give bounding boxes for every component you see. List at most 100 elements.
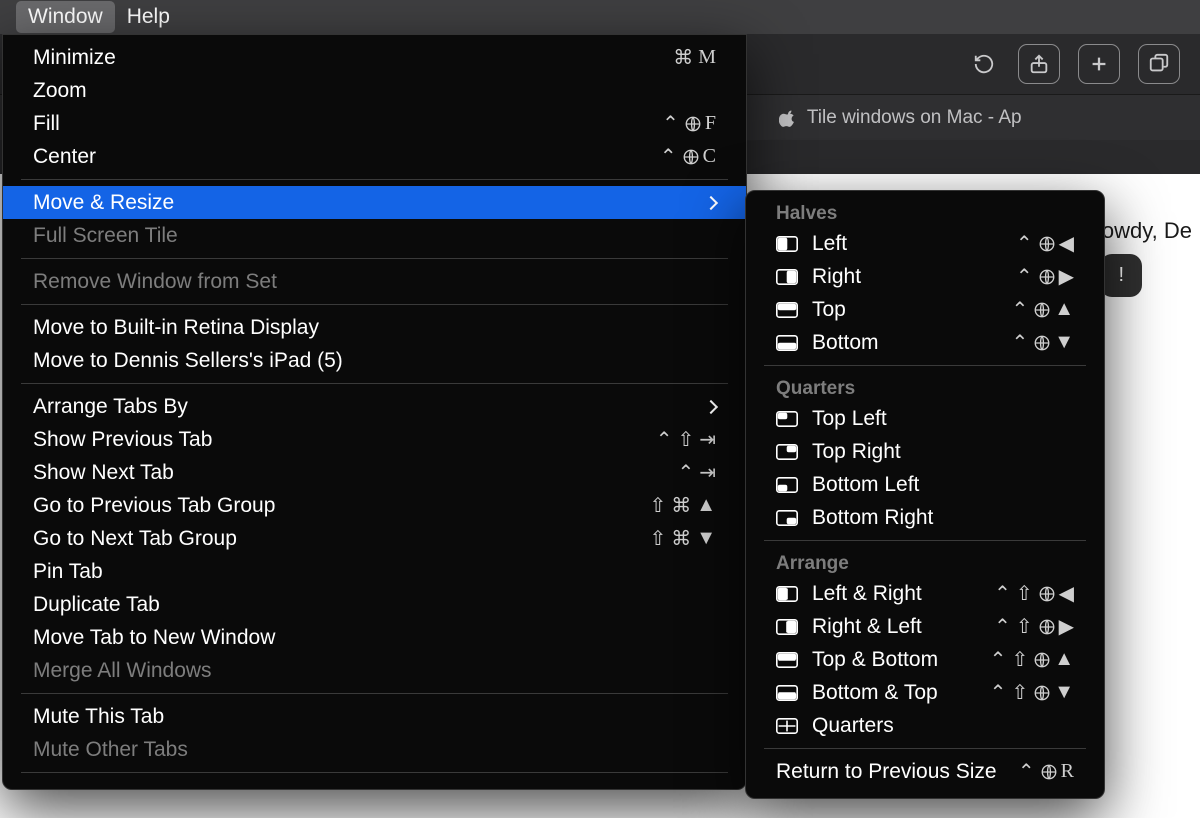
half-left-icon <box>776 236 798 252</box>
split-lr-icon <box>776 586 798 602</box>
submenu-header-arrange: Arrange <box>746 547 1104 577</box>
menu-item-label: Fill <box>33 112 662 136</box>
menu-item-label: Full Screen Tile <box>33 224 718 248</box>
menu-item-label: Return to Previous Size <box>776 760 1018 784</box>
menu-item-label: Remove Window from Set <box>33 270 718 294</box>
menu-item-label: Merge All Windows <box>33 659 718 683</box>
menu-item-show-previous-tab[interactable]: Show Previous Tab⌃⇧⇥ <box>3 423 746 456</box>
submenu-header-quarters: Quarters <box>746 372 1104 402</box>
menu-item-label: Quarters <box>812 714 1076 738</box>
menu-item-show-next-tab[interactable]: Show Next Tab⌃⇥ <box>3 456 746 489</box>
menu-item-pin-tab[interactable]: Pin Tab <box>3 555 746 588</box>
submenu-item-quarters[interactable]: Quarters <box>746 709 1104 742</box>
tab-overview-button[interactable] <box>1138 44 1180 84</box>
submenu-item-top-right[interactable]: Top Right <box>746 435 1104 468</box>
tab-label: Tile windows on Mac - Ap <box>807 107 1022 129</box>
submenu-item-bottom-left[interactable]: Bottom Left <box>746 468 1104 501</box>
menu-item-label: Move Tab to New Window <box>33 626 718 650</box>
menu-separator <box>21 258 728 259</box>
menu-item-label: Mute Other Tabs <box>33 738 718 762</box>
menu-item-mute-other-tabs[interactable]: Mute Other Tabs <box>3 733 746 766</box>
menu-item-label: Go to Next Tab Group <box>33 527 649 551</box>
window-menu: Minimize⌘MZoomFill⌃FCenter⌃C Move & Resiz… <box>2 34 747 790</box>
menu-item-label: Pin Tab <box>33 560 718 584</box>
submenu-item-bottom[interactable]: Bottom⌃▼ <box>746 326 1104 359</box>
menu-item-duplicate-tab[interactable]: Duplicate Tab <box>3 588 746 621</box>
menu-item-label: Move to Dennis Sellers's iPad (5) <box>33 349 718 373</box>
menu-item-label: Minimize <box>33 46 673 70</box>
menu-item-remove-window-from-set[interactable]: Remove Window from Set <box>3 265 746 298</box>
menu-item-merge-all-windows[interactable]: Merge All Windows <box>3 654 746 687</box>
menubar-help[interactable]: Help <box>115 1 182 33</box>
menu-item-go-to-next-tab-group[interactable]: Go to Next Tab Group⇧⌘▼ <box>3 522 746 555</box>
split-bt-icon <box>776 685 798 701</box>
menu-item-label: Right <box>812 265 1016 289</box>
menu-item-label: Left & Right <box>812 582 994 606</box>
menu-item-label: Move & Resize <box>33 191 706 215</box>
menu-separator <box>21 383 728 384</box>
menu-item-minimize[interactable]: Minimize⌘M <box>3 41 746 74</box>
menu-item-fill[interactable]: Fill⌃F <box>3 107 746 140</box>
new-tab-button[interactable] <box>1078 44 1120 84</box>
quarters-icon <box>776 718 798 734</box>
q-tr-icon <box>776 444 798 460</box>
menu-item-move-resize[interactable]: Move & Resize <box>3 186 746 219</box>
half-top-icon <box>776 302 798 318</box>
menu-separator <box>21 693 728 694</box>
menu-separator <box>764 540 1086 541</box>
menu-separator <box>764 365 1086 366</box>
menu-item-label: Left <box>812 232 1016 256</box>
split-rl-icon <box>776 619 798 635</box>
q-bl-icon <box>776 477 798 493</box>
chevron-right-icon <box>704 399 718 413</box>
menu-item-label: Top Right <box>812 440 1076 464</box>
submenu-header-halves: Halves <box>746 197 1104 227</box>
menu-item-label: Top <box>812 298 1011 322</box>
menu-item-label: Bottom <box>812 331 1011 355</box>
menu-item-label: Duplicate Tab <box>33 593 718 617</box>
submenu-item-bottom-top[interactable]: Bottom & Top⌃⇧▼ <box>746 676 1104 709</box>
q-br-icon <box>776 510 798 526</box>
submenu-item-top[interactable]: Top⌃▲ <box>746 293 1104 326</box>
submenu-item-left[interactable]: Left⌃◀ <box>746 227 1104 260</box>
chevron-right-icon <box>704 195 718 209</box>
menu-item-move-to-dennis-sellers-s-ipad-5[interactable]: Move to Dennis Sellers's iPad (5) <box>3 344 746 377</box>
menu-item-center[interactable]: Center⌃C <box>3 140 746 173</box>
menu-item-label: Move to Built-in Retina Display <box>33 316 718 340</box>
menu-item-move-to-built-in-retina-display[interactable]: Move to Built-in Retina Display <box>3 311 746 344</box>
menu-item-label: Go to Previous Tab Group <box>33 494 649 518</box>
menu-item-label: Show Previous Tab <box>33 428 656 452</box>
menubar-window[interactable]: Window <box>16 1 115 33</box>
menu-item-label: Bottom Right <box>812 506 1076 530</box>
reload-button[interactable] <box>968 44 1000 84</box>
menu-item-label: Bottom & Top <box>812 681 990 705</box>
menu-item-full-screen-tile[interactable]: Full Screen Tile <box>3 219 746 252</box>
menu-item-label: Center <box>33 145 660 169</box>
menu-item-label: Bottom Left <box>812 473 1076 497</box>
menu-separator <box>764 748 1086 749</box>
menu-item-go-to-previous-tab-group[interactable]: Go to Previous Tab Group⇧⌘▲ <box>3 489 746 522</box>
menu-separator <box>21 179 728 180</box>
submenu-item-right[interactable]: Right⌃▶ <box>746 260 1104 293</box>
submenu-item-right-left[interactable]: Right & Left⌃⇧▶ <box>746 610 1104 643</box>
half-right-icon <box>776 269 798 285</box>
apple-icon <box>779 109 797 127</box>
submenu-item-bottom-right[interactable]: Bottom Right <box>746 501 1104 534</box>
submenu-item-top-bottom[interactable]: Top & Bottom⌃⇧▲ <box>746 643 1104 676</box>
half-bottom-icon <box>776 335 798 351</box>
menu-item-zoom[interactable]: Zoom <box>3 74 746 107</box>
submenu-item-left-right[interactable]: Left & Right⌃⇧◀ <box>746 577 1104 610</box>
menu-item-mute-this-tab[interactable]: Mute This Tab <box>3 700 746 733</box>
share-button[interactable] <box>1018 44 1060 84</box>
q-tl-icon <box>776 411 798 427</box>
submenu-item-top-left[interactable]: Top Left <box>746 402 1104 435</box>
page-bubble: ! <box>1100 254 1142 297</box>
menu-item-arrange-tabs-by[interactable]: Arrange Tabs By <box>3 390 746 423</box>
move-resize-submenu: HalvesLeft⌃◀Right⌃▶Top⌃▲Bottom⌃▼ Quarters… <box>745 190 1105 799</box>
menu-separator <box>21 772 728 773</box>
menu-item-label: Top & Bottom <box>812 648 990 672</box>
submenu-item-return-to-previous-size[interactable]: Return to Previous Size⌃R <box>746 755 1104 788</box>
menu-item-move-tab-to-new-window[interactable]: Move Tab to New Window <box>3 621 746 654</box>
menu-separator <box>21 304 728 305</box>
split-tb-icon <box>776 652 798 668</box>
